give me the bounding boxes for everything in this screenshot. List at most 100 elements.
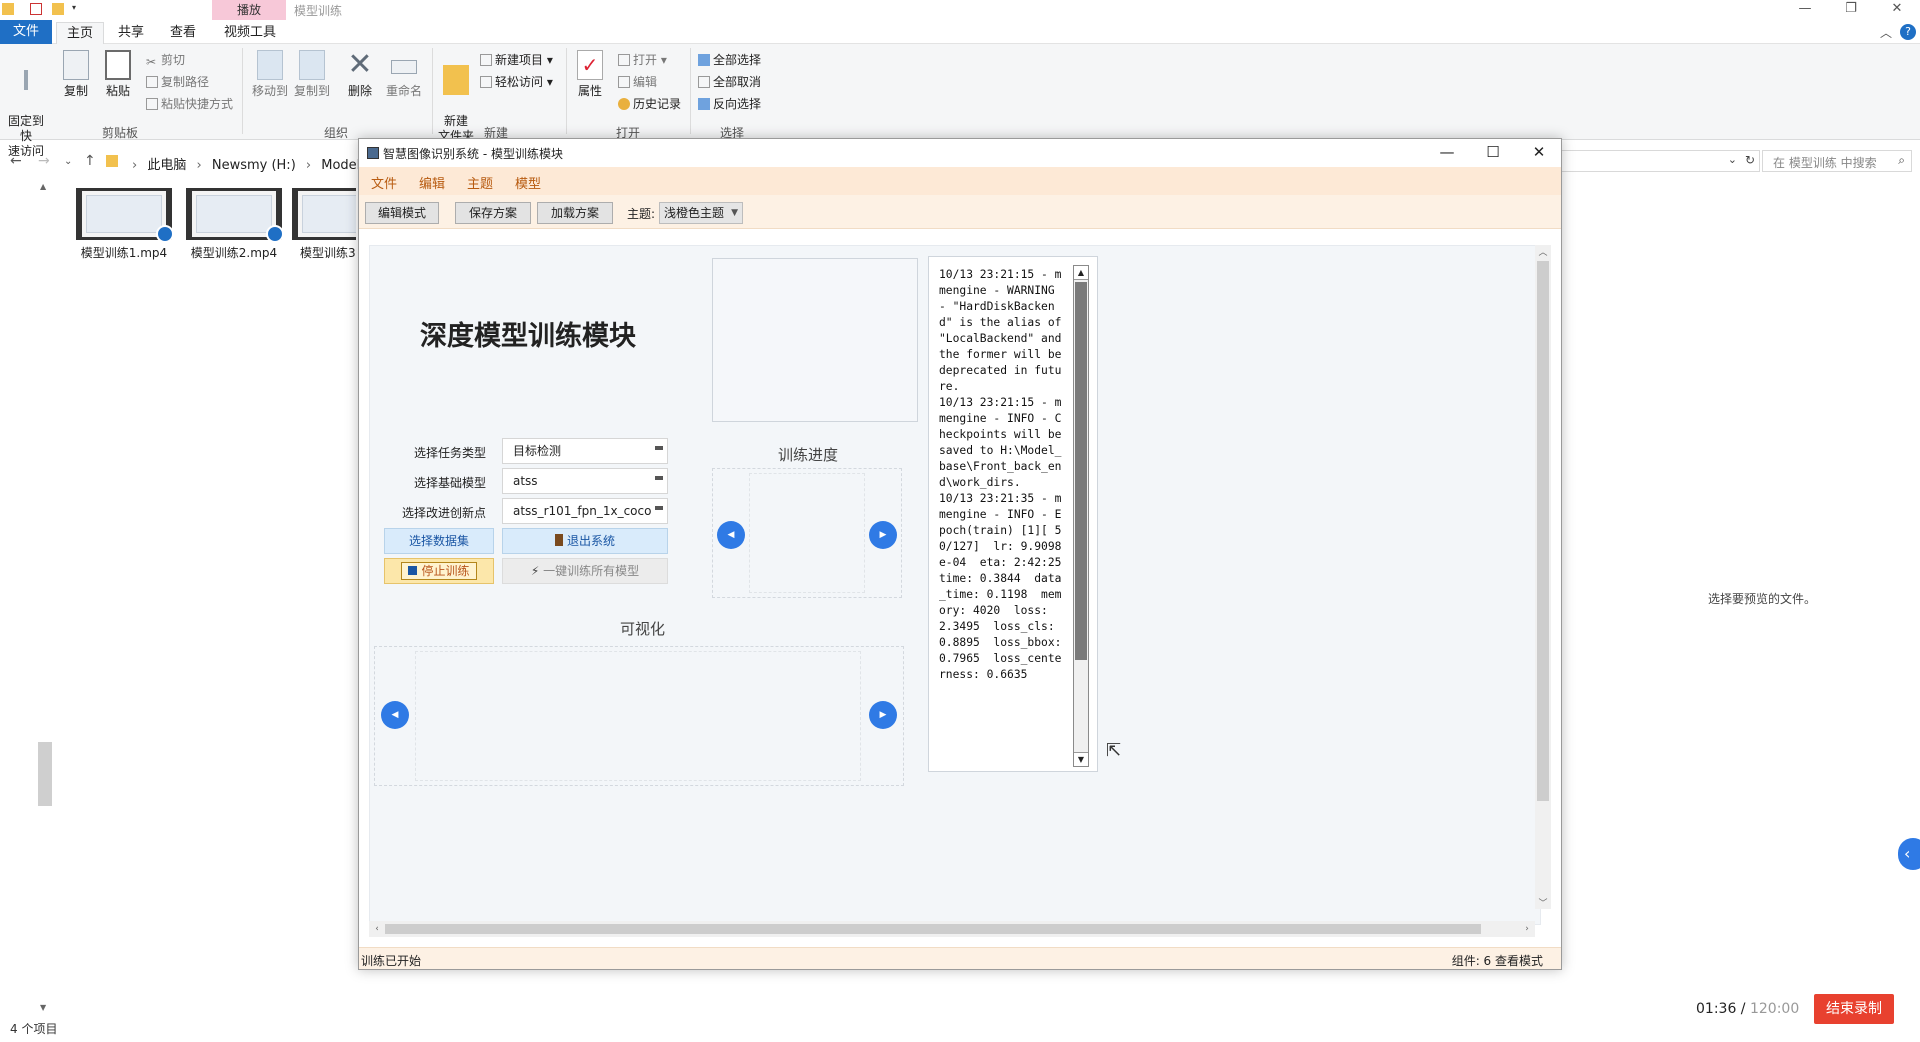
menu-file[interactable]: 文件 — [371, 173, 397, 192]
menu-edit[interactable]: 编辑 — [419, 173, 445, 192]
stop-icon — [408, 566, 418, 575]
select-dataset-button[interactable]: 选择数据集 — [384, 528, 494, 554]
load-scheme-button[interactable]: 加载方案 — [537, 202, 613, 224]
app-minimize-button[interactable]: — — [1425, 141, 1469, 165]
easy-access-icon — [480, 76, 492, 88]
refresh-icon[interactable]: ↻ — [1745, 153, 1755, 167]
innovation-select[interactable]: atss_r101_fpn_1x_coco — [502, 498, 668, 524]
tab-home[interactable]: 主页 — [56, 22, 105, 44]
training-log-panel[interactable]: 10/13 23:21:15 - mmengine - WARNING - "H… — [928, 256, 1098, 772]
help-icon[interactable]: ? — [1900, 24, 1916, 40]
paste-button[interactable]: 粘贴 — [98, 50, 138, 99]
status-component-info: 组件: 6 查看模式 — [1451, 954, 1543, 968]
select-none-icon — [698, 76, 710, 88]
history-button[interactable]: 历史记录 — [618, 94, 681, 114]
open-button[interactable]: 打开 ▾ — [618, 50, 667, 70]
move-to-button[interactable]: 移动到 — [248, 50, 292, 99]
app-close-button[interactable]: ✕ — [1517, 141, 1561, 165]
scrollbar-thumb[interactable] — [1075, 282, 1087, 660]
paste-shortcut-button[interactable]: 粘贴快捷方式 — [146, 94, 233, 114]
app-status-bar: 训练已开始 组件: 6 查看模式 — [359, 947, 1561, 969]
workspace-horizontal-scrollbar[interactable]: ‹ › — [369, 921, 1535, 937]
base-model-select[interactable]: atss — [502, 468, 668, 494]
file-item[interactable]: 模型训练2.mp4 — [184, 188, 284, 261]
delete-button[interactable]: ✕ 删除 — [340, 50, 380, 99]
properties-icon[interactable] — [30, 3, 42, 15]
scroll-up-icon[interactable]: ▲ — [1074, 266, 1088, 280]
visualize-next-button[interactable]: ▶ — [869, 701, 897, 729]
scroll-down-icon[interactable]: ▼ — [40, 1003, 46, 1012]
log-scrollbar[interactable]: ▲ ▼ — [1073, 265, 1089, 767]
edit-mode-button[interactable]: 编辑模式 — [365, 202, 439, 224]
chevron-down-icon[interactable]: ▾ — [72, 3, 84, 15]
minimize-button[interactable]: — — [1782, 0, 1828, 20]
copy-path-button[interactable]: 复制路径 — [146, 72, 209, 92]
select-all-button[interactable]: 全部选择 — [698, 50, 761, 70]
close-button[interactable]: ✕ — [1874, 0, 1920, 20]
task-type-select[interactable]: 目标检测 — [502, 438, 668, 464]
scroll-down-icon[interactable]: ﹀ — [1535, 896, 1551, 909]
progress-next-button[interactable]: ▶ — [869, 521, 897, 549]
recent-chevron-icon[interactable]: ⌄ — [64, 156, 72, 167]
cut-button[interactable]: ✂ 剪切 — [146, 50, 185, 70]
theme-select[interactable]: 浅橙色主题 ▼ — [659, 202, 743, 224]
app-menubar: 文件 编辑 主题 模型 — [359, 167, 1561, 195]
back-arrow-icon[interactable]: ← — [10, 153, 22, 169]
breadcrumb-separator-icon: › — [196, 158, 202, 173]
menu-theme[interactable]: 主题 — [467, 173, 493, 192]
chevron-down-icon[interactable]: ⌄ — [1728, 153, 1737, 166]
select-none-button[interactable]: 全部取消 — [698, 72, 761, 92]
menu-model[interactable]: 模型 — [515, 173, 541, 192]
progress-prev-button[interactable]: ◀ — [717, 521, 745, 549]
app-maximize-button[interactable]: ☐ — [1471, 141, 1515, 165]
scroll-up-icon[interactable]: ▲ — [40, 182, 46, 191]
app-title-bar[interactable]: 智慧图像识别系统 - 模型训练模块 — ☐ ✕ — [359, 139, 1561, 167]
scrollbar-thumb[interactable] — [1537, 261, 1549, 801]
scroll-right-icon[interactable]: › — [1519, 921, 1535, 937]
new-folder-button[interactable]: 新建 文件夹 — [434, 50, 478, 144]
new-item-button[interactable]: 新建项目 ▾ — [480, 50, 553, 70]
invert-selection-button[interactable]: 反向选择 — [698, 94, 761, 114]
item-count: 4 个项目 — [10, 1022, 58, 1036]
copy-to-button[interactable]: 复制到 — [290, 50, 334, 99]
file-item[interactable]: 模型训练1.mp4 — [74, 188, 174, 261]
train-all-button[interactable]: ⚡ 一键训练所有模型 — [502, 558, 668, 584]
visualize-prev-button[interactable]: ◀ — [381, 701, 409, 729]
scroll-left-icon[interactable]: ‹ — [369, 921, 385, 937]
exit-system-button[interactable]: 退出系统 — [502, 528, 668, 554]
tab-video-tools[interactable]: 视频工具 — [214, 22, 286, 44]
breadcrumb-item[interactable]: Newsmy (H:) — [212, 158, 296, 173]
new-folder-icon[interactable] — [52, 3, 64, 15]
file-item[interactable]: 模型训练3. — [292, 188, 356, 261]
breadcrumb-separator-icon: › — [305, 158, 312, 173]
workspace-vertical-scrollbar[interactable]: ︿ ﹀ — [1535, 245, 1551, 909]
tab-share[interactable]: 共享 — [108, 22, 154, 44]
restore-button[interactable]: ❐ — [1828, 0, 1874, 20]
properties-button[interactable]: ✓ 属性 — [568, 50, 612, 99]
scrollbar-thumb[interactable] — [38, 742, 52, 806]
scroll-down-icon[interactable]: ▼ — [1074, 752, 1088, 766]
rename-button[interactable]: 重命名 — [382, 50, 426, 99]
edit-button[interactable]: 编辑 — [618, 72, 657, 92]
easy-access-button[interactable]: 轻松访问 ▾ — [480, 72, 553, 92]
search-input[interactable]: 在 模型训练 中搜索 ⌕ — [1762, 150, 1912, 172]
copy-button[interactable]: 复制 — [56, 50, 96, 99]
forward-arrow-icon[interactable]: → — [38, 153, 50, 169]
address-dropdown[interactable]: ⌄ ↻ — [1560, 150, 1760, 172]
stop-training-button[interactable]: 停止训练 — [384, 558, 494, 584]
nav-pane-scrollbar[interactable]: ▲ ▼ — [38, 182, 52, 1012]
scrollbar-thumb[interactable] — [385, 924, 1481, 934]
up-arrow-icon[interactable]: ↑ — [84, 153, 96, 169]
context-tab-play[interactable]: 播放 — [212, 0, 286, 20]
tab-view[interactable]: 查看 — [160, 22, 206, 44]
scroll-up-icon[interactable]: ︿ — [1535, 245, 1551, 258]
breadcrumb-item[interactable]: 此电脑 — [147, 158, 186, 173]
video-thumbnail — [186, 188, 284, 243]
pin-quick-access-button[interactable]: 固定到快 速访问 — [4, 50, 48, 159]
tab-file[interactable]: 文件 — [0, 20, 52, 44]
save-scheme-button[interactable]: 保存方案 — [455, 202, 531, 224]
breadcrumb: › 此电脑 › Newsmy (H:) › Model_base — [126, 154, 398, 173]
side-panel-toggle-icon[interactable]: ‹ — [1898, 838, 1920, 870]
end-recording-button[interactable]: 结束录制 — [1814, 994, 1894, 1024]
ribbon-collapse-icon[interactable]: ︿ — [1880, 24, 1892, 41]
